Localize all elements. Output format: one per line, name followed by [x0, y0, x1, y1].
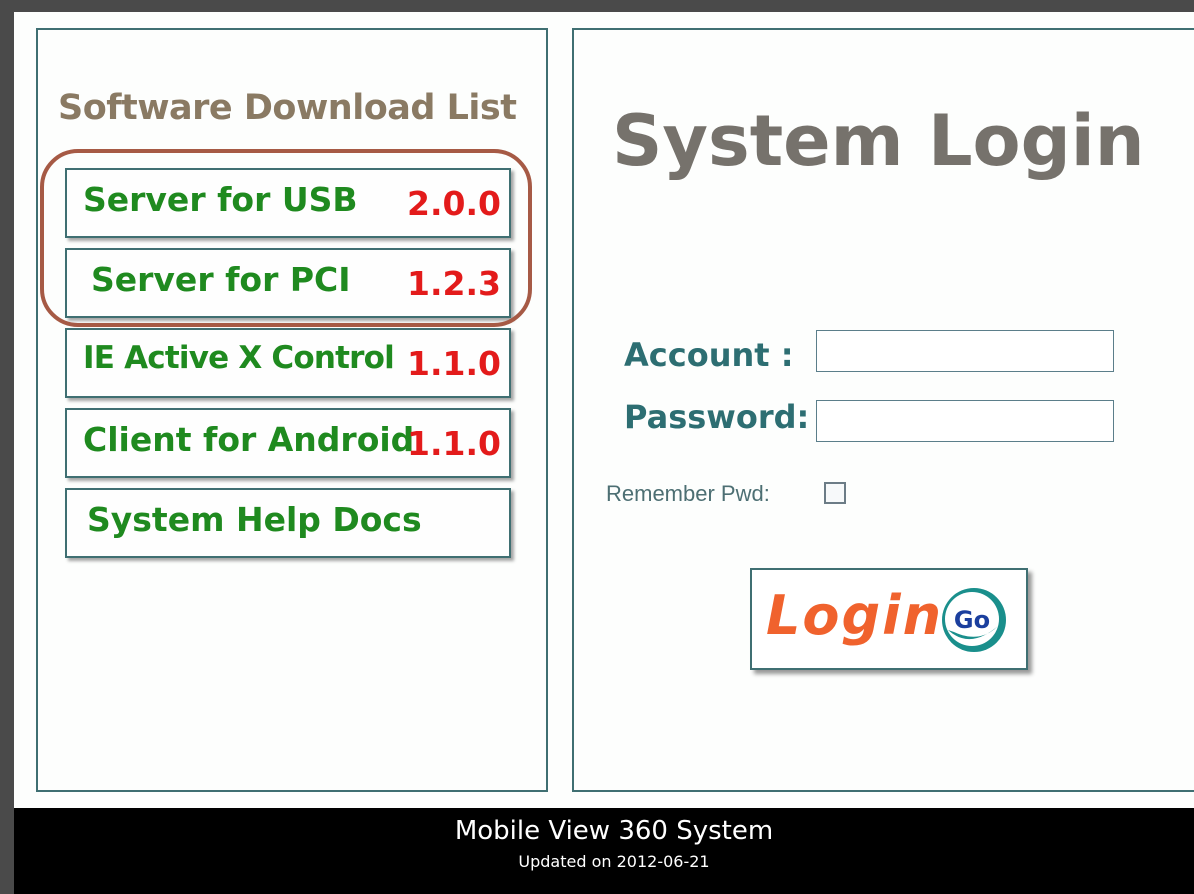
download-item-server-pci[interactable]: Server for PCI 1.2.3 — [65, 248, 511, 318]
go-badge-text: Go — [954, 606, 990, 634]
remember-password-label: Remember Pwd: — [606, 481, 770, 506]
login-button-label: Login — [766, 584, 944, 647]
download-item-help-docs[interactable]: System Help Docs — [65, 488, 511, 558]
account-input[interactable] — [816, 330, 1114, 372]
download-item-name: Client for Android — [83, 420, 415, 459]
download-item-server-usb[interactable]: Server for USB 2.0.0 — [65, 168, 511, 238]
login-title: System Login — [612, 100, 1145, 182]
download-list-title: Software Download List — [58, 88, 517, 128]
footer-bar: Mobile View 360 System Updated on 2012-0… — [14, 808, 1194, 894]
download-item-version: 1.1.0 — [407, 344, 501, 383]
download-item-version: 1.1.0 — [407, 424, 501, 463]
download-item-name: Server for USB — [83, 180, 358, 219]
download-item-version: 1.2.3 — [407, 264, 501, 303]
login-button[interactable]: Login Go — [750, 568, 1028, 670]
password-input[interactable] — [816, 400, 1114, 442]
account-label: Account : — [624, 336, 794, 374]
go-icon: Go — [942, 588, 1006, 652]
download-item-ie-activex[interactable]: IE Active X Control 1.1.0 — [65, 328, 511, 398]
footer-title: Mobile View 360 System — [454, 816, 774, 846]
password-label: Password: — [624, 398, 810, 436]
download-item-client-android[interactable]: Client for Android 1.1.0 — [65, 408, 511, 478]
download-item-name: Server for PCI — [91, 260, 351, 299]
download-item-name: System Help Docs — [87, 500, 422, 539]
remember-password-checkbox[interactable] — [824, 482, 846, 504]
download-item-name: IE Active X Control — [83, 340, 395, 376]
footer-subtitle: Updated on 2012-06-21 — [518, 852, 710, 871]
download-item-version: 2.0.0 — [407, 184, 501, 223]
